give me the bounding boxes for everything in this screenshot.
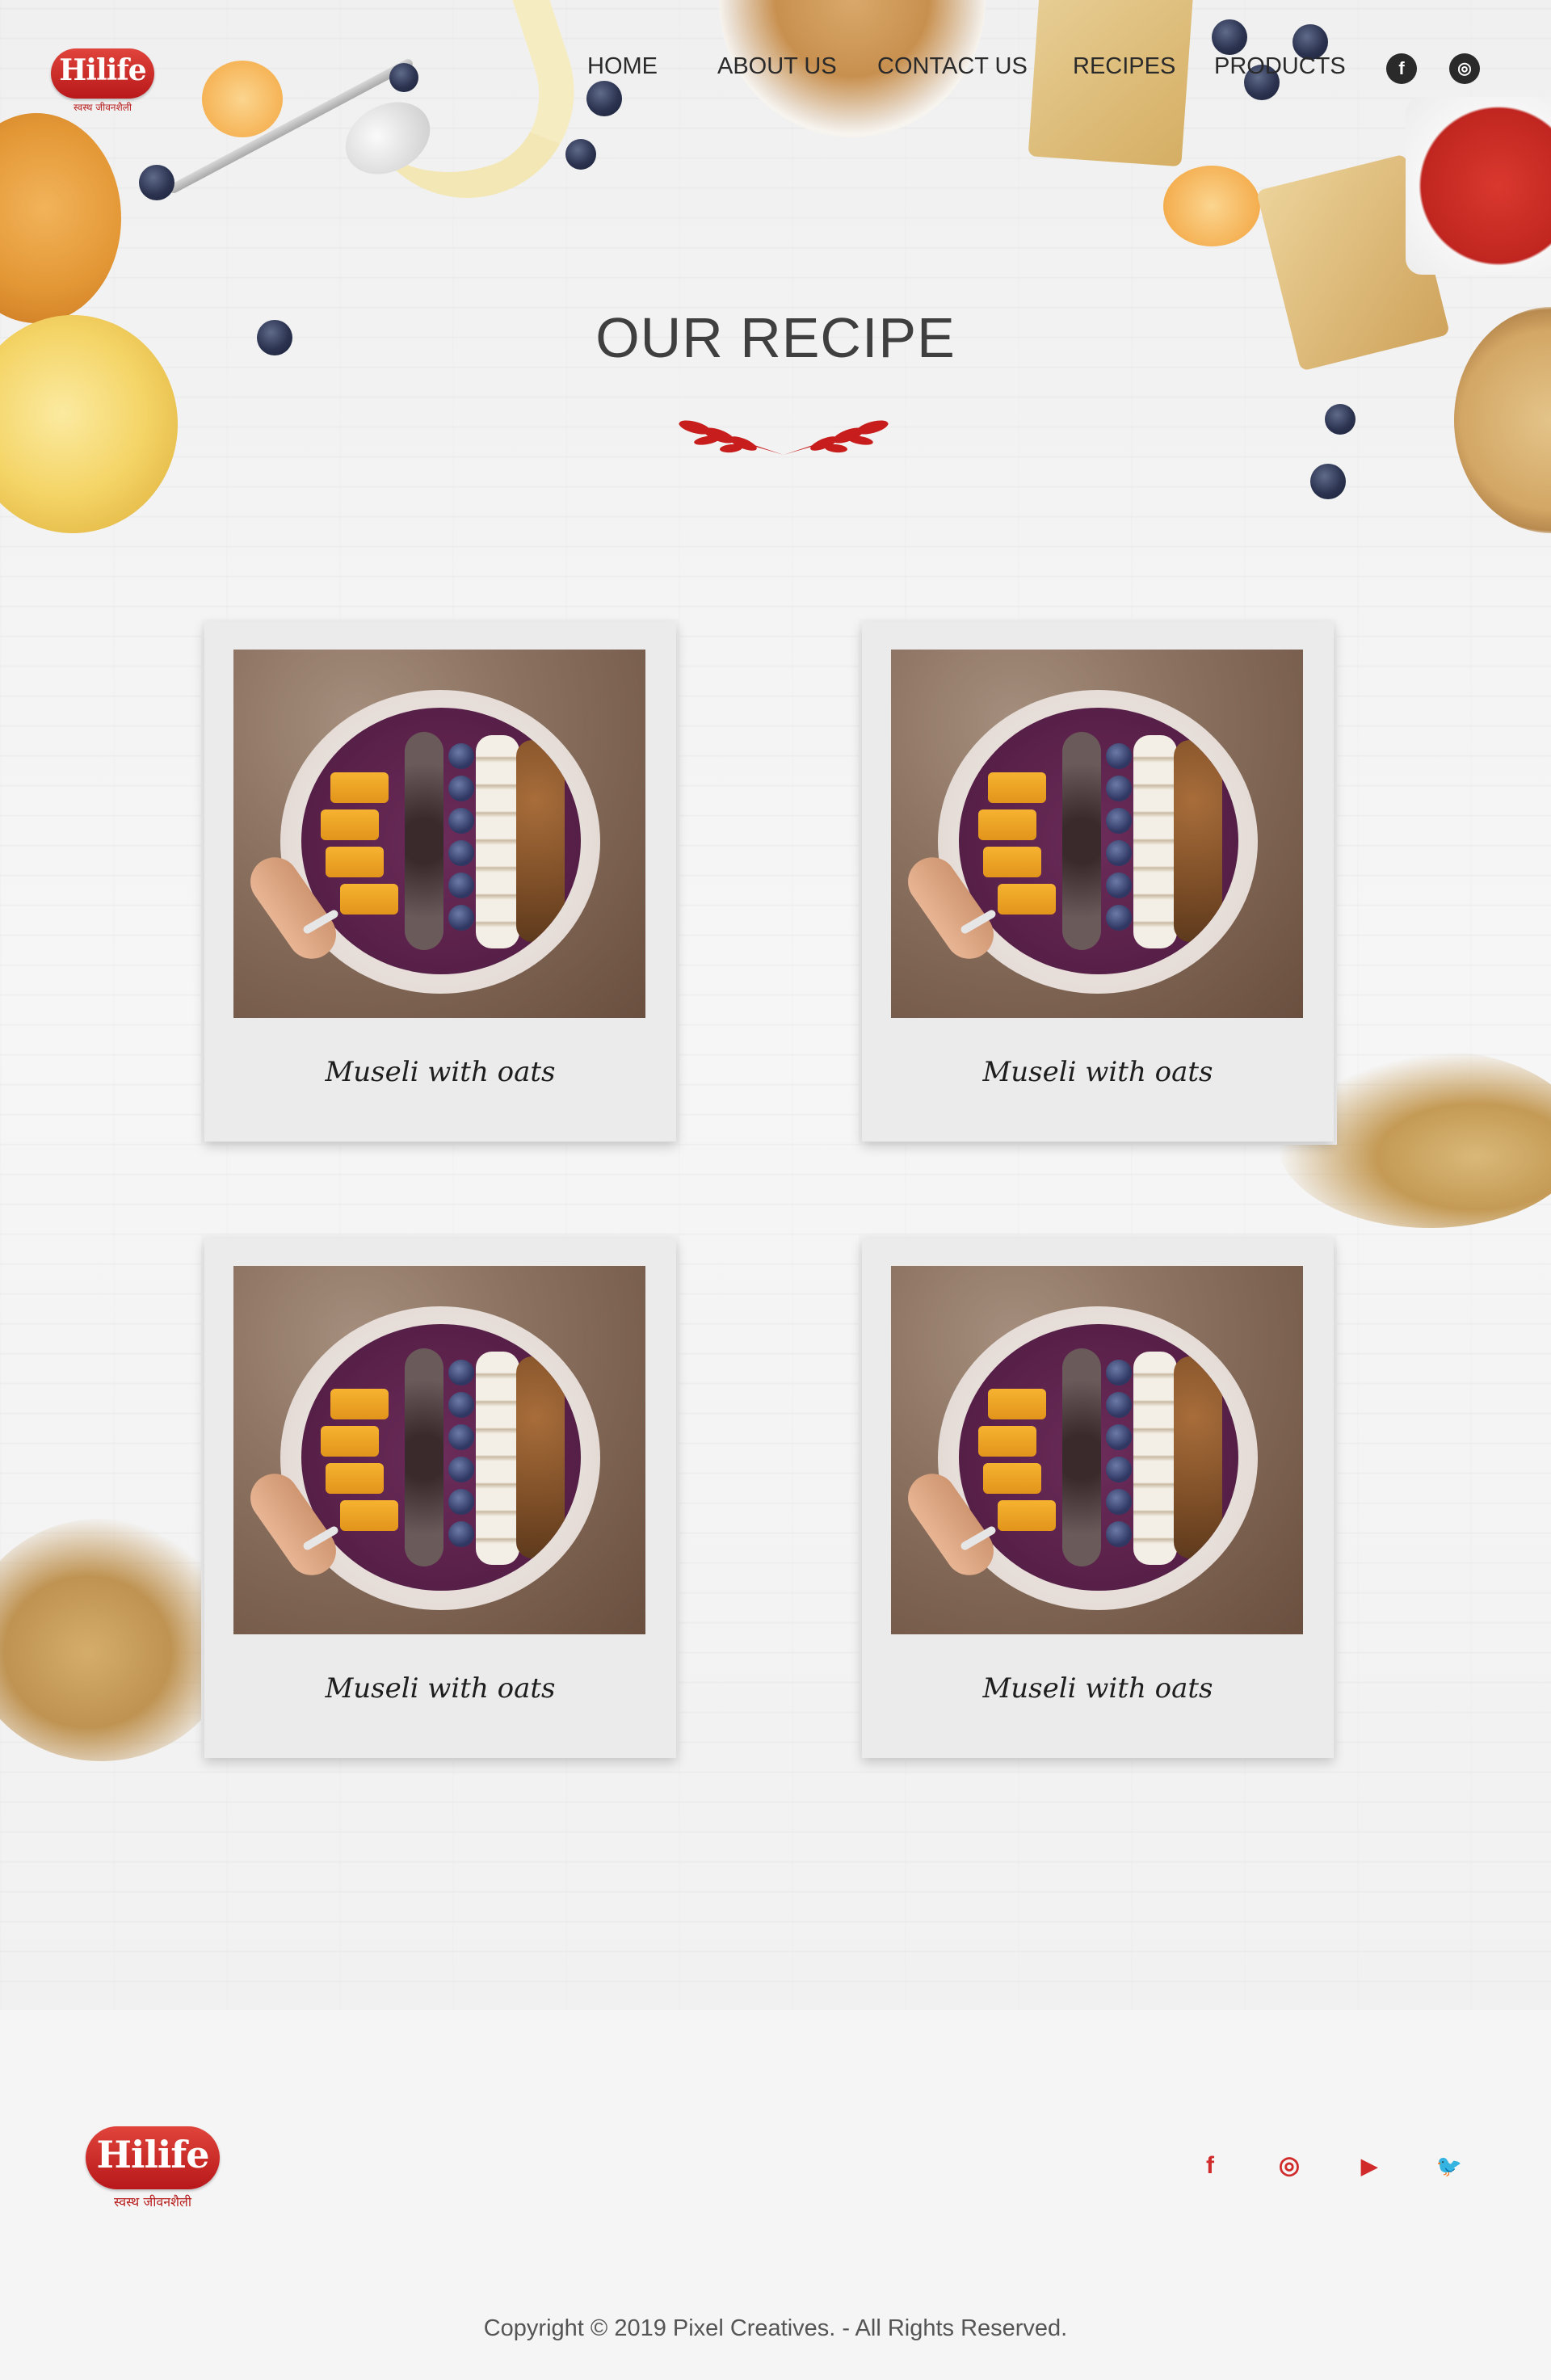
strawberry-bowl-image: [1406, 97, 1551, 275]
nav-recipes[interactable]: RECIPES: [1073, 53, 1175, 80]
nav-home[interactable]: HOME: [587, 53, 658, 80]
footer-logo[interactable]: Hilife स्वस्थ जीवनशैली: [86, 2126, 220, 2220]
blueberry-image: [1325, 404, 1356, 435]
recipe-title: Museli with oats: [325, 1056, 556, 1088]
instagram-icon[interactable]: ◎: [1273, 2150, 1305, 2182]
grains-image: [0, 1519, 234, 1761]
recipe-image: [891, 1266, 1303, 1634]
recipe-card[interactable]: Museli with oats: [862, 622, 1334, 1142]
nav-products[interactable]: PRODUCTS: [1214, 53, 1346, 80]
recipe-card[interactable]: Museli with oats: [204, 1238, 676, 1758]
footer: Hilife स्वस्थ जीवनशैली f ◎ ▶ 🐦 Copyright…: [0, 2010, 1551, 2380]
wheat-ornament-icon: [679, 420, 889, 455]
main-nav: HOME ABOUT US CONTACT US RECIPES PRODUCT…: [0, 53, 1551, 86]
recipe-title: Museli with oats: [982, 1672, 1213, 1705]
mango-image: [0, 113, 121, 323]
blueberry-image: [1310, 464, 1346, 499]
recipe-image: [891, 650, 1303, 1018]
blueberry-image: [586, 81, 622, 116]
page-title: OUR RECIPE: [595, 306, 956, 369]
nav-about-us[interactable]: ABOUT US: [717, 53, 837, 80]
youtube-icon[interactable]: ▶: [1353, 2150, 1385, 2182]
orange-slice-image: [1163, 166, 1260, 246]
instagram-icon[interactable]: ◎: [1449, 53, 1480, 84]
hero-section: Hilife स्वस्थ जीवनशैली HOME ABOUT US CON…: [0, 0, 1551, 2010]
recipe-title: Museli with oats: [325, 1672, 556, 1705]
nav-contact-us[interactable]: CONTACT US: [877, 53, 1028, 80]
facebook-icon[interactable]: f: [1386, 53, 1417, 84]
blueberry-image: [1212, 19, 1247, 55]
logo-tagline: स्वस्थ जीवनशैली: [74, 102, 132, 113]
logo-tagline: स्वस्थ जीवनशैली: [114, 2194, 191, 2210]
recipe-image: [233, 650, 645, 1018]
logo-text: Hilife: [96, 2133, 210, 2176]
recipe-card[interactable]: Museli with oats: [862, 1238, 1334, 1758]
blueberry-image: [565, 139, 596, 170]
recipe-image: [233, 1266, 645, 1634]
recipe-title: Museli with oats: [982, 1056, 1213, 1088]
twitter-icon[interactable]: 🐦: [1433, 2150, 1465, 2182]
blueberry-image: [139, 165, 174, 200]
recipe-card[interactable]: Museli with oats: [204, 622, 676, 1142]
facebook-icon[interactable]: f: [1194, 2150, 1226, 2182]
copyright-text: Copyright © 2019 Pixel Creatives. - All …: [483, 2315, 1068, 2341]
